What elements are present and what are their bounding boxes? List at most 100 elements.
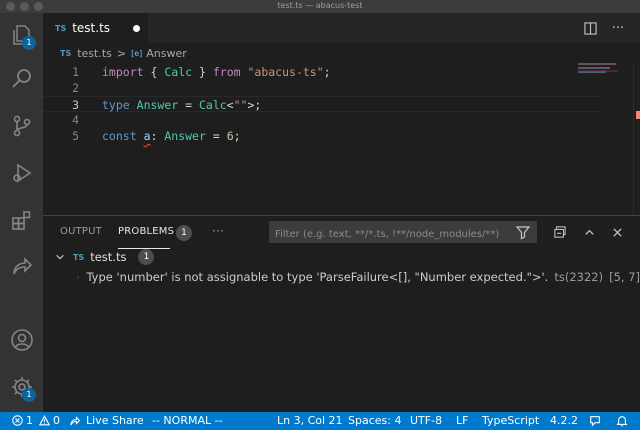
encoding[interactable]: UTF-8 — [410, 414, 442, 427]
run-debug-icon — [12, 163, 31, 183]
overview-ruler-error-marker — [636, 111, 640, 119]
code-token: : — [150, 129, 165, 143]
typescript-file-icon: TS — [60, 48, 72, 58]
panel-more-tabs-button[interactable]: ··· — [212, 224, 224, 238]
end-of-line[interactable]: LF — [456, 414, 468, 427]
problems-status[interactable]: 1 0 — [12, 414, 60, 427]
extensions-icon — [11, 211, 30, 230]
code-token: import — [102, 65, 144, 79]
window-title: test.ts — abacus-test — [277, 1, 363, 10]
code-line[interactable]: 1 import { Calc } from "abacus-ts"; — [43, 64, 603, 80]
line-number: 1 — [72, 65, 79, 79]
feedback-button[interactable] — [589, 415, 601, 427]
explorer-badge: 1 — [22, 36, 36, 50]
typescript-version[interactable]: 4.2.2 — [550, 414, 578, 427]
error-squiggle-token[interactable]: a — [144, 129, 151, 143]
bell-icon — [616, 416, 628, 427]
code-token: "abacus-ts" — [247, 65, 324, 79]
problems-filter[interactable] — [269, 221, 537, 245]
feedback-icon — [590, 416, 600, 427]
notifications-button[interactable] — [616, 415, 628, 427]
search-button[interactable] — [0, 59, 43, 99]
manage-badge: 1 — [22, 388, 36, 402]
cursor-position[interactable]: Ln 3, Col 21 — [277, 414, 343, 427]
run-debug-button[interactable] — [0, 153, 43, 193]
code-line[interactable]: 5 const a: Answer = 6; — [43, 128, 603, 144]
code-token: { — [150, 65, 165, 79]
accounts-button[interactable] — [0, 320, 43, 360]
code-token: from — [212, 65, 241, 79]
vim-mode: -- NORMAL -- — [152, 414, 223, 427]
editor-tab-bar: TS test.ts ··· — [43, 13, 640, 43]
code-token: type — [102, 98, 130, 112]
code-token: ; — [233, 129, 241, 143]
minimap-error-marker — [578, 70, 618, 72]
source-control-icon — [13, 115, 30, 137]
split-editor-button[interactable] — [580, 18, 600, 38]
language-mode[interactable]: TypeScript — [482, 414, 539, 427]
error-icon — [77, 275, 80, 279]
bottom-panel: OUTPUT PROBLEMS 1 ··· TS test.ts 1 — [43, 215, 640, 412]
problem-file-name: test.ts — [90, 250, 127, 264]
tab-problems[interactable]: PROBLEMS — [118, 226, 174, 237]
breadcrumb: TS test.ts > [e] Answer — [43, 43, 640, 63]
source-control-button[interactable] — [0, 106, 43, 146]
code-token: Answer — [136, 98, 179, 112]
breadcrumb-file[interactable]: test.ts — [77, 47, 112, 60]
code-token: Calc — [198, 98, 227, 112]
line-number: 3 — [72, 98, 79, 112]
warning-count: 0 — [53, 414, 60, 427]
code-token: >; — [247, 98, 262, 112]
close-panel-button[interactable] — [608, 223, 626, 241]
editor-more-actions-button[interactable]: ··· — [608, 18, 628, 38]
extensions-button[interactable] — [0, 200, 43, 240]
indentation[interactable]: Spaces: 4 — [348, 414, 401, 427]
problems-count-badge: 1 — [176, 225, 192, 241]
tab-test-ts[interactable]: TS test.ts — [43, 13, 148, 43]
minimap-line — [578, 67, 610, 69]
error-icon — [12, 415, 23, 426]
search-icon — [11, 69, 31, 88]
live-share-icon — [12, 257, 32, 275]
status-bar: 1 0 Live Share -- NORMAL -- Ln 3, Col 21… — [0, 412, 640, 430]
problem-row[interactable]: Type 'number' is not assignable to type … — [43, 267, 640, 287]
explorer-button[interactable]: 1 — [0, 15, 43, 55]
error-count: 1 — [26, 414, 33, 427]
code-token: } — [192, 65, 206, 79]
problem-position: [5, 7] — [609, 270, 640, 284]
code-token: ; — [323, 65, 331, 79]
code-token: const — [102, 129, 137, 143]
filter-input[interactable] — [270, 224, 510, 245]
close-icon — [612, 227, 622, 237]
code-editor[interactable]: 1 import { Calc } from "abacus-ts"; 2 3 … — [43, 63, 640, 215]
filter-icon[interactable] — [515, 224, 531, 240]
typescript-file-icon: TS — [55, 23, 67, 33]
problem-message: Type 'number' is not assignable to type … — [86, 270, 549, 284]
warning-icon — [39, 415, 50, 426]
live-share-activity-button[interactable] — [0, 246, 43, 286]
collapse-all-icon — [554, 226, 566, 238]
tab-label: test.ts — [72, 21, 111, 35]
breadcrumb-symbol[interactable]: Answer — [146, 47, 187, 60]
code-line-current[interactable]: 3 type Answer = Calc<"">; — [43, 96, 603, 112]
live-share-status[interactable]: Live Share — [69, 414, 144, 427]
maximize-panel-button[interactable] — [580, 223, 598, 241]
minimap[interactable] — [578, 63, 628, 215]
code-line[interactable]: 2 — [43, 80, 603, 96]
chevron-up-icon — [584, 229, 594, 235]
account-icon — [10, 329, 33, 351]
symbol-variable-icon: [e] — [131, 48, 143, 58]
code-line[interactable]: 4 — [43, 112, 603, 128]
code-token: = — [178, 98, 199, 112]
tab-output[interactable]: OUTPUT — [60, 226, 102, 237]
manage-button[interactable]: 1 — [0, 367, 43, 407]
editor-scrollbar[interactable] — [633, 63, 640, 215]
problem-code: ts(2322) — [554, 270, 604, 284]
collapse-all-button[interactable] — [551, 223, 569, 241]
live-share-icon — [70, 415, 81, 425]
problem-file-row[interactable]: TS test.ts 1 — [43, 247, 640, 267]
chevron-down-icon — [56, 254, 64, 260]
unsaved-dot-icon[interactable] — [133, 25, 140, 32]
file-problem-count-badge: 1 — [138, 249, 155, 265]
line-number: 5 — [72, 129, 79, 143]
